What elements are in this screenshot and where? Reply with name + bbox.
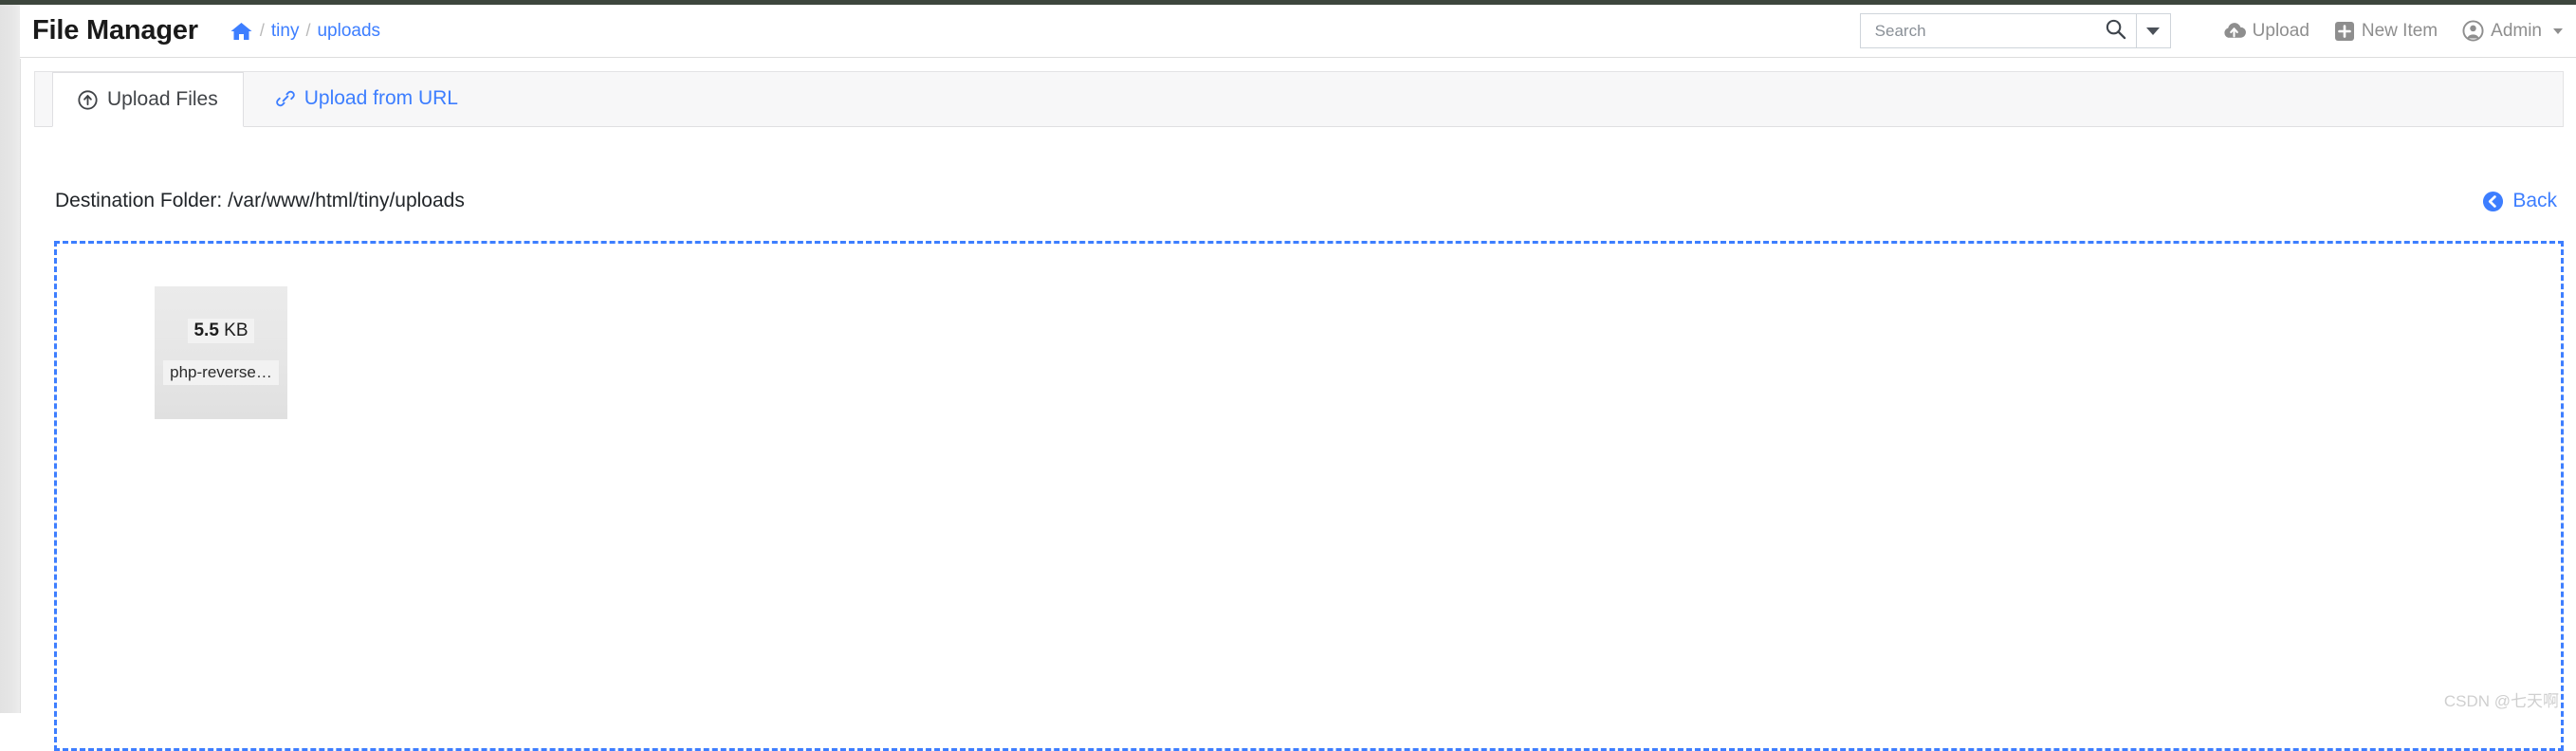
destination-folder-text: Destination Folder: /var/www/html/tiny/u… (55, 190, 465, 211)
tab-upload-files[interactable]: Upload Files (52, 72, 244, 127)
tab-upload-from-url[interactable]: Upload from URL (251, 71, 483, 126)
chevron-down-icon (2553, 27, 2563, 34)
file-dropzone[interactable]: 5.5 KB php-reverse… (54, 241, 2564, 751)
app-header: File Manager / tiny / uploads Search Upl… (20, 5, 2576, 58)
page-title: File Manager (32, 15, 198, 46)
cloud-upload-icon (2222, 21, 2246, 41)
chevron-down-icon (2146, 27, 2161, 35)
watermark: CSDN @七天啊 (2443, 692, 2559, 710)
new-item-button[interactable]: New Item (2334, 21, 2438, 42)
file-size: 5.5 KB (188, 319, 254, 343)
back-button[interactable]: Back (2482, 190, 2557, 212)
search-input[interactable] (1872, 20, 2105, 42)
tab-upload-from-url-label: Upload from URL (304, 87, 458, 109)
breadcrumb: / tiny / uploads (230, 21, 380, 42)
plus-square-icon (2334, 21, 2355, 42)
file-size-unit: KB (224, 321, 248, 340)
breadcrumb-separator: / (259, 21, 265, 40)
content-panel: Upload Files Upload from URL Destination… (20, 59, 2576, 751)
breadcrumb-separator-2: / (305, 21, 311, 40)
search-icon[interactable] (2105, 18, 2126, 45)
upload-circle-icon (78, 89, 98, 110)
home-icon[interactable] (230, 21, 253, 42)
search-group (1859, 13, 2171, 48)
chevron-circle-left-icon (2482, 191, 2504, 212)
file-size-value: 5.5 (193, 321, 219, 340)
file-name: php-reverse… (163, 360, 279, 385)
link-icon (275, 89, 295, 108)
tab-bar: Upload Files Upload from URL (34, 71, 2564, 127)
search-filter-dropdown[interactable] (2136, 13, 2171, 48)
header-actions: Upload New Item Admin (1859, 13, 2576, 48)
search-box[interactable] (1859, 13, 2137, 48)
breadcrumb-item-tiny[interactable]: tiny (271, 21, 300, 42)
tab-upload-files-label: Upload Files (107, 88, 218, 110)
breadcrumb-item-uploads[interactable]: uploads (317, 21, 380, 42)
new-item-button-label: New Item (2361, 20, 2438, 41)
upload-button[interactable]: Upload (2222, 21, 2309, 42)
left-gutter (0, 5, 20, 713)
admin-menu-label: Admin (2491, 20, 2542, 41)
file-tile[interactable]: 5.5 KB php-reverse… (155, 286, 287, 419)
admin-menu-button[interactable]: Admin (2462, 20, 2563, 42)
user-circle-icon (2462, 20, 2484, 42)
back-button-label: Back (2512, 190, 2557, 211)
destination-row: Destination Folder: /var/www/html/tiny/u… (21, 182, 2576, 220)
upload-button-label: Upload (2252, 20, 2309, 41)
